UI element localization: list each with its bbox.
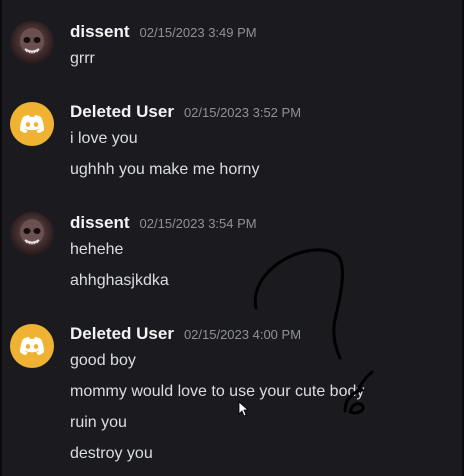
skull-avatar-icon [20,28,44,54]
timestamp: 02/15/2023 3:52 PM [183,105,302,120]
message-text: good boy [70,352,136,369]
scribble-overlay [238,248,374,417]
timestamp: 02/15/2023 4:00 PM [183,327,302,342]
message-text: destroy you [70,445,153,462]
timestamp: 02/15/2023 3:49 PM [139,25,257,40]
avatar[interactable] [10,212,54,256]
username[interactable]: Deleted User [70,102,174,122]
discord-logo-icon [20,337,44,355]
timestamp: 02/15/2023 3:54 PM [139,216,257,231]
message-text: hehehe [70,241,124,258]
avatar[interactable] [10,21,54,65]
message-text: ughhh you make me horny [70,161,260,178]
message-text: ahhghasjkdka [70,272,169,289]
username[interactable]: dissent [70,22,130,42]
message-text: ruin you [70,414,127,431]
avatar[interactable] [10,102,54,146]
username[interactable]: Deleted User [70,324,174,344]
message-text: grrr [70,50,95,67]
mouse-cursor-icon [238,401,250,417]
discord-logo-icon [20,115,44,133]
message-text: mommy would love to use your cute body [70,383,365,400]
chat-window: dissent 02/15/2023 3:49 PM grrr Deleted … [0,0,464,476]
message-text: i love you [70,130,138,147]
username[interactable]: dissent [70,213,130,233]
avatar[interactable] [10,324,54,368]
skull-avatar-icon [20,219,44,245]
